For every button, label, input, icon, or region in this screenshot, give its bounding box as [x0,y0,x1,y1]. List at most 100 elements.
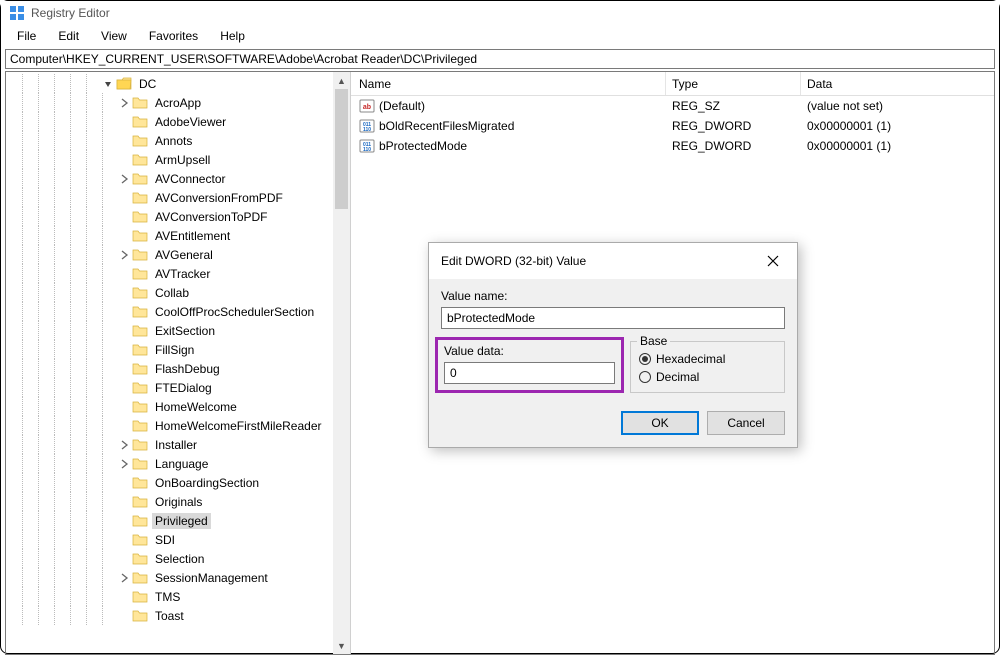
tree-item-label: SessionManagement [152,570,271,586]
tree-item-label: Selection [152,551,207,567]
cancel-button[interactable]: Cancel [707,411,785,435]
chevron-right-icon[interactable] [118,97,130,109]
tree-item[interactable]: Installer [6,435,333,454]
tree-item[interactable]: ExitSection [6,321,333,340]
tree-item[interactable]: AcroApp [6,93,333,112]
value-name-label: Value name: [441,289,785,303]
folder-icon [132,495,148,509]
folder-icon [132,115,148,129]
tree-item[interactable]: Originals [6,492,333,511]
tree-item[interactable]: SDI [6,530,333,549]
folder-icon [132,248,148,262]
list-row[interactable]: 011110bOldRecentFilesMigratedREG_DWORD0x… [351,116,994,136]
chevron-right-icon[interactable] [118,173,130,185]
folder-icon [132,229,148,243]
folder-icon [132,514,148,528]
radio-decimal[interactable]: Decimal [639,370,776,384]
tree-item-label: Annots [152,133,195,149]
menu-bar: File Edit View Favorites Help [1,25,999,47]
radio-hexadecimal[interactable]: Hexadecimal [639,352,776,366]
tree-item[interactable]: HomeWelcome [6,397,333,416]
tree-item[interactable]: Annots [6,131,333,150]
value-name: bOldRecentFilesMigrated [379,119,514,133]
tree-item-label: AVEntitlement [152,228,233,244]
tree-root-dc[interactable]: DC [6,74,333,93]
tree-item-label: CoolOffProcSchedulerSection [152,304,317,320]
value-data-label: Value data: [444,344,615,358]
close-icon[interactable] [759,251,787,271]
folder-icon [132,419,148,433]
folder-icon [132,343,148,357]
dialog-titlebar[interactable]: Edit DWORD (32-bit) Value [429,243,797,279]
tree-item[interactable]: Collab [6,283,333,302]
folder-icon [116,77,132,91]
tree-item-label: AVConversionFromPDF [152,190,286,206]
chevron-right-icon[interactable] [118,249,130,261]
chevron-right-icon[interactable] [118,572,130,584]
base-legend: Base [637,334,670,348]
folder-icon [132,362,148,376]
value-data-input[interactable] [444,362,615,384]
tree-item[interactable]: FillSign [6,340,333,359]
tree-item-label: Collab [152,285,192,301]
tree-item[interactable]: SessionManagement [6,568,333,587]
tree-item[interactable]: AVConnector [6,169,333,188]
tree-item[interactable]: TMS [6,587,333,606]
tree-item[interactable]: OnBoardingSection [6,473,333,492]
tree-item[interactable]: Toast [6,606,333,625]
menu-view[interactable]: View [91,27,137,45]
binary-value-icon: 011110 [359,138,375,154]
list-row[interactable]: 011110bProtectedModeREG_DWORD0x00000001 … [351,136,994,156]
folder-icon [132,476,148,490]
folder-icon [132,191,148,205]
chevron-right-icon[interactable] [118,458,130,470]
tree-item-label: Language [152,456,211,472]
col-header-name[interactable]: Name [351,72,666,95]
tree-item[interactable]: AVConversionFromPDF [6,188,333,207]
dialog-body: Value name: Value data: Base Hexadecimal… [429,279,797,447]
tree-item[interactable]: FTEDialog [6,378,333,397]
col-header-data[interactable]: Data [801,72,994,95]
tree-item-label: AVTracker [152,266,213,282]
tree-item-label: Privileged [152,513,211,529]
menu-file[interactable]: File [7,27,46,45]
col-header-type[interactable]: Type [666,72,801,95]
tree-item-label: Installer [152,437,200,453]
scroll-track[interactable] [333,89,350,637]
address-bar[interactable]: Computer\HKEY_CURRENT_USER\SOFTWARE\Adob… [5,49,995,69]
folder-icon [132,210,148,224]
tree-item[interactable]: FlashDebug [6,359,333,378]
ok-button[interactable]: OK [621,411,699,435]
value-name: bProtectedMode [379,139,467,153]
value-type: REG_SZ [666,99,801,113]
value-name-input[interactable] [441,307,785,329]
tree-item[interactable]: HomeWelcomeFirstMileReader [6,416,333,435]
title-bar: Registry Editor [1,1,999,25]
chevron-right-icon[interactable] [118,439,130,451]
folder-icon [132,324,148,338]
menu-edit[interactable]: Edit [48,27,89,45]
folder-icon [132,590,148,604]
scroll-thumb[interactable] [335,89,348,209]
tree-item[interactable]: Language [6,454,333,473]
tree-root-label: DC [136,76,159,92]
tree-item[interactable]: Privileged [6,511,333,530]
tree-item[interactable]: AVGeneral [6,245,333,264]
tree-item[interactable]: AVConversionToPDF [6,207,333,226]
tree-item[interactable]: AVEntitlement [6,226,333,245]
tree-item[interactable]: CoolOffProcSchedulerSection [6,302,333,321]
tree-item[interactable]: ArmUpsell [6,150,333,169]
list-row[interactable]: ab(Default)REG_SZ(value not set) [351,96,994,116]
tree-item[interactable]: Selection [6,549,333,568]
tree-scrollbar[interactable]: ▲ ▼ [333,72,350,654]
tree-item-label: FTEDialog [152,380,215,396]
menu-favorites[interactable]: Favorites [139,27,208,45]
tree-content: DC AcroAppAdobeViewerAnnotsArmUpsellAVCo… [6,72,333,654]
tree-item[interactable]: AVTracker [6,264,333,283]
tree-item[interactable]: AdobeViewer [6,112,333,131]
scroll-up-icon[interactable]: ▲ [333,72,350,89]
scroll-down-icon[interactable]: ▼ [333,637,350,654]
tree-item-label: SDI [152,532,178,548]
menu-help[interactable]: Help [210,27,255,45]
chevron-down-icon[interactable] [102,78,114,90]
